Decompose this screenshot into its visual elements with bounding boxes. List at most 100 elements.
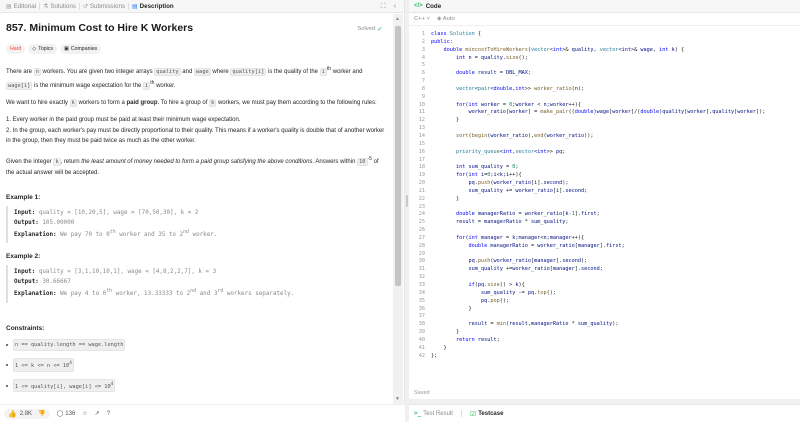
companies-chip[interactable]: ▣ Companies	[59, 44, 102, 54]
code-line[interactable]: 5	[409, 62, 800, 70]
code-line[interactable]: 37	[409, 313, 800, 321]
code-line[interactable]: 19 for(int i=0;i<k;i++){	[409, 172, 800, 180]
code-line[interactable]: 6 double result = DBL_MAX;	[409, 70, 800, 78]
tab-test-result[interactable]: >_ Test Result	[414, 410, 453, 417]
scroll-down-icon[interactable]: ▼	[395, 396, 400, 402]
help-button[interactable]: ?	[107, 411, 110, 417]
code-line[interactable]: 25 result = managerRatio * sum_quality;	[409, 219, 800, 227]
code-line[interactable]: 24 double managerRatio = worker_ratio[k-…	[409, 211, 800, 219]
example-1-box: Input: quality = [10,20,5], wage = [70,5…	[6, 206, 387, 244]
code-line[interactable]: 34 sum_quality -= pq.top();	[409, 290, 800, 298]
code-editor[interactable]: 1 class Solution {2 public: 3 double mincos…	[409, 31, 800, 383]
code-line[interactable]: 17	[409, 157, 800, 165]
code-text: sum_quality +=worker_ratio[manager].seco…	[468, 266, 603, 273]
constraints-title: Constraints:	[6, 324, 45, 332]
book-icon: ▤	[6, 3, 12, 10]
line-number: 26	[418, 227, 425, 234]
code-line[interactable]: 20 pq.push(worker_ratio[i].second);	[409, 180, 800, 188]
description-scrollbar[interactable]: ▲ ▼	[393, 14, 403, 404]
code-line[interactable]: 16 priority_queue<int,vector<int>> pq;	[409, 149, 800, 157]
code-line[interactable]: 1 class Solution {	[409, 31, 800, 39]
code-line[interactable]: 33 if(pq.size() > k){	[409, 282, 800, 290]
code-line[interactable]: 36 }	[409, 306, 800, 314]
code-line[interactable]: 18 int sum_quality = 0;	[409, 164, 800, 172]
line-number: 33	[418, 282, 425, 288]
code-line[interactable]: 29	[409, 251, 800, 259]
code-text: if(pq.size() > k){	[468, 282, 525, 288]
code-line[interactable]: 8 vector<pair<double,int>> worker_ratio(…	[409, 86, 800, 94]
share-button[interactable]: ↗	[95, 410, 100, 417]
tab-submissions[interactable]: ↺ Submissions	[80, 0, 128, 13]
splitter-grip[interactable]	[406, 195, 408, 207]
code-line[interactable]: 7	[409, 78, 800, 86]
code-line[interactable]: 30 pq.push(worker_ratio[manager].second)…	[409, 258, 800, 266]
code-line[interactable]: 28 double managerRatio = worker_ratio[ma…	[409, 243, 800, 251]
scroll-up-icon[interactable]: ▲	[395, 16, 400, 22]
code-text: }	[431, 344, 447, 351]
problem-paragraph-1: There are n workers. You are given two i…	[6, 66, 363, 90]
code-line[interactable]: 40 return result;	[409, 337, 800, 345]
code-line[interactable]: 31 sum_quality +=worker_ratio[manager].s…	[409, 266, 800, 274]
code-line[interactable]: 10 for(int worker = 0;worker < n;worker+…	[409, 102, 800, 110]
code-text: public:	[431, 38, 453, 45]
collapse-icon[interactable]: ‹	[394, 3, 396, 10]
code-line[interactable]: 39 }	[409, 329, 800, 337]
code-text: pq.push(worker_ratio[i].second);	[468, 180, 569, 187]
language-select[interactable]: C++ ˅	[414, 16, 430, 22]
left-tabbar: ▤ Editorial ⚗ Solutions ↺ Submissions ▤ Desc…	[0, 0, 404, 13]
star-button[interactable]: ☆	[82, 410, 87, 417]
topics-chip[interactable]: ◇ Topics	[28, 44, 57, 54]
code-line[interactable]: 27 for(int manager = k;manager<n;manager…	[409, 235, 800, 243]
line-number: 12	[418, 117, 425, 124]
code-line[interactable]: 2 public:	[409, 39, 800, 47]
code-line[interactable]: 38 result = min(result,managerRatio * su…	[409, 321, 800, 329]
comments-button[interactable]: ◯ 136	[57, 410, 76, 418]
line-number: 30	[418, 258, 425, 265]
code-line[interactable]: 15	[409, 141, 800, 149]
problem-title[interactable]: 857. Minimum Cost to Hire K Workers	[6, 22, 387, 34]
thumbs-up-icon: 👍	[8, 410, 17, 418]
code-line[interactable]: 13	[409, 125, 800, 133]
code-line[interactable]: 11 worker_ratio[worker] = make_pair((dou…	[409, 109, 800, 117]
code-icon: </>	[414, 3, 423, 9]
code-text: return result;	[456, 336, 500, 343]
code-line[interactable]: 3 double mincostToHireWorkers(vector<int…	[409, 47, 800, 55]
code-text: sum_quality += worker_ratio[i].second;	[468, 187, 588, 194]
code-line[interactable]: 9	[409, 94, 800, 102]
solved-status: Solved ✓	[357, 26, 383, 33]
code-line[interactable]: 35 pq.pop();	[409, 298, 800, 306]
code-text: worker_ratio[worker] = make_pair((double…	[468, 109, 766, 116]
example-2-box: Input: quality = [3,1,10,10,1], wage = […	[6, 265, 387, 303]
maximize-icon[interactable]: ⛶	[381, 3, 386, 11]
scrollbar-thumb[interactable]	[395, 26, 401, 286]
code-line[interactable]: 22 }	[409, 196, 800, 204]
constraint-item: n == quality.length == wage.length	[6, 338, 387, 351]
code-text: };	[431, 352, 438, 359]
code-line[interactable]: 12 }	[409, 117, 800, 125]
tab-solutions[interactable]: ⚗ Solutions	[40, 0, 79, 13]
auto-mode-toggle[interactable]: ◈ Auto	[437, 16, 455, 22]
tab-description[interactable]: ▤ Description	[129, 0, 177, 13]
line-number: 23	[418, 203, 425, 210]
code-line[interactable]: 26	[409, 227, 800, 235]
code-text: priority_queue<int,vector<int>> pq;	[456, 148, 566, 155]
tab-separator	[460, 410, 462, 417]
line-number: 25	[418, 219, 425, 226]
code-line[interactable]: 23	[409, 204, 800, 212]
code-line[interactable]: 14 sort(begin(worker_ratio),end(worker_r…	[409, 133, 800, 141]
code-line[interactable]: 21 sum_quality += worker_ratio[i].second…	[409, 188, 800, 196]
code-line[interactable]: 32	[409, 274, 800, 282]
like-button[interactable]: 👍 2.8K 👎	[4, 408, 50, 419]
code-text: result = min(result,managerRatio * sum_q…	[468, 321, 619, 328]
code-text: sum_quality -= pq.top();	[480, 289, 556, 296]
tab-editorial[interactable]: ▤ Editorial	[3, 0, 39, 13]
line-number: 29	[418, 250, 425, 257]
thumbs-down-icon[interactable]: 👎	[38, 410, 45, 417]
line-number: 22	[418, 195, 425, 202]
code-line[interactable]: 4 int n = quality.size();	[409, 55, 800, 63]
tab-testcase[interactable]: ☑ Testcase	[470, 410, 504, 418]
code-text: pq.push(worker_ratio[manager].second);	[468, 258, 588, 265]
code-line[interactable]: 41 }	[409, 345, 800, 353]
code-line[interactable]: 42};	[409, 353, 800, 361]
tag-icon: ◇	[32, 46, 37, 52]
